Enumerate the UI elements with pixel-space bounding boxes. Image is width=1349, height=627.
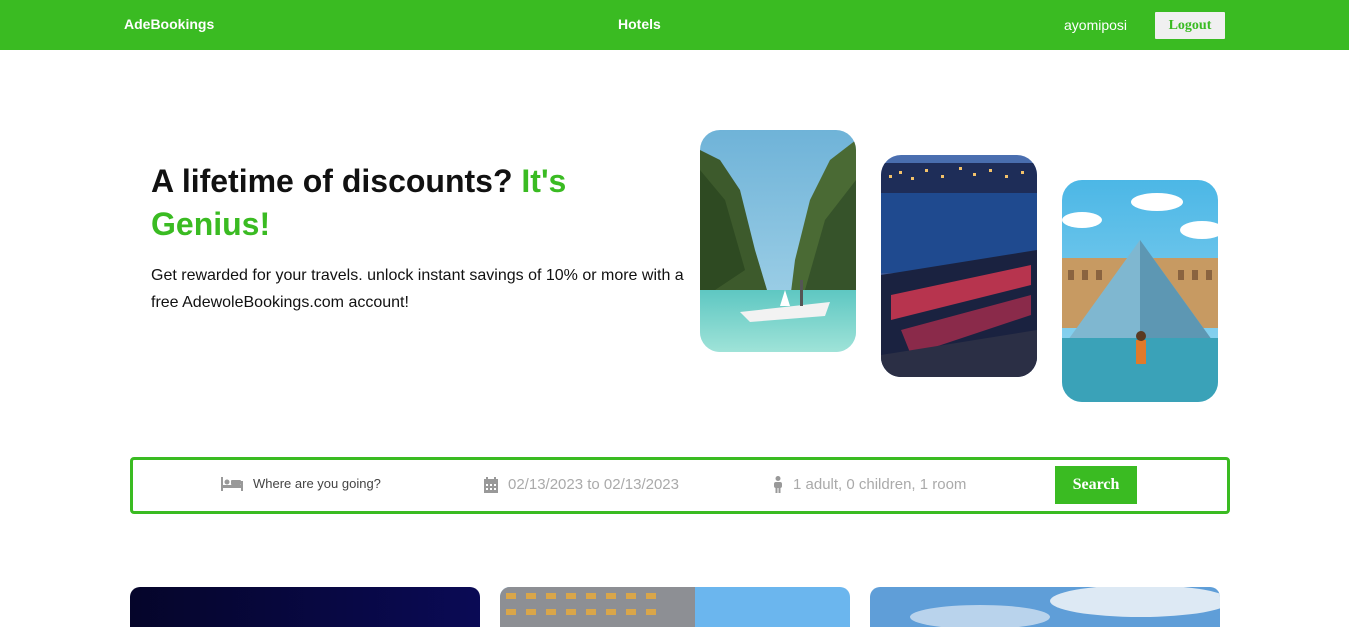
destination-input[interactable] bbox=[253, 476, 453, 491]
destination-field[interactable] bbox=[221, 476, 453, 491]
featured-card-2[interactable] bbox=[500, 587, 850, 627]
date-range-text[interactable]: 02/13/2023 to 02/13/2023 bbox=[508, 476, 679, 493]
date-field[interactable]: 02/13/2023 to 02/13/2023 bbox=[484, 476, 679, 493]
bed-icon bbox=[221, 476, 243, 491]
guests-field[interactable]: 1 adult, 0 children, 1 room bbox=[773, 476, 966, 493]
hero-description: Get rewarded for your travels. unlock in… bbox=[151, 267, 684, 311]
hero-title-main: A lifetime of discounts? bbox=[151, 163, 513, 199]
logout-button[interactable]: Logout bbox=[1155, 12, 1225, 39]
brand-logo[interactable]: AdeBookings bbox=[124, 16, 214, 32]
navbar: AdeBookings Hotels ayomiposi Logout bbox=[0, 0, 1349, 50]
featured-card-3[interactable] bbox=[870, 587, 1220, 627]
person-icon bbox=[773, 476, 783, 493]
hero-title: A lifetime of discounts? It's Genius! bbox=[151, 160, 671, 246]
calendar-icon bbox=[484, 476, 498, 493]
lagoon-photo bbox=[700, 130, 856, 352]
nav-link-hotels[interactable]: Hotels bbox=[618, 16, 661, 32]
search-bar: 02/13/2023 to 02/13/2023 1 adult, 0 chil… bbox=[130, 457, 1230, 514]
search-button[interactable]: Search bbox=[1055, 466, 1137, 504]
louvre-photo bbox=[1062, 180, 1218, 402]
guests-text[interactable]: 1 adult, 0 children, 1 room bbox=[793, 476, 966, 493]
username-label: ayomiposi bbox=[1064, 17, 1128, 33]
featured-card-1[interactable] bbox=[130, 587, 480, 627]
city-night-photo bbox=[881, 155, 1037, 377]
